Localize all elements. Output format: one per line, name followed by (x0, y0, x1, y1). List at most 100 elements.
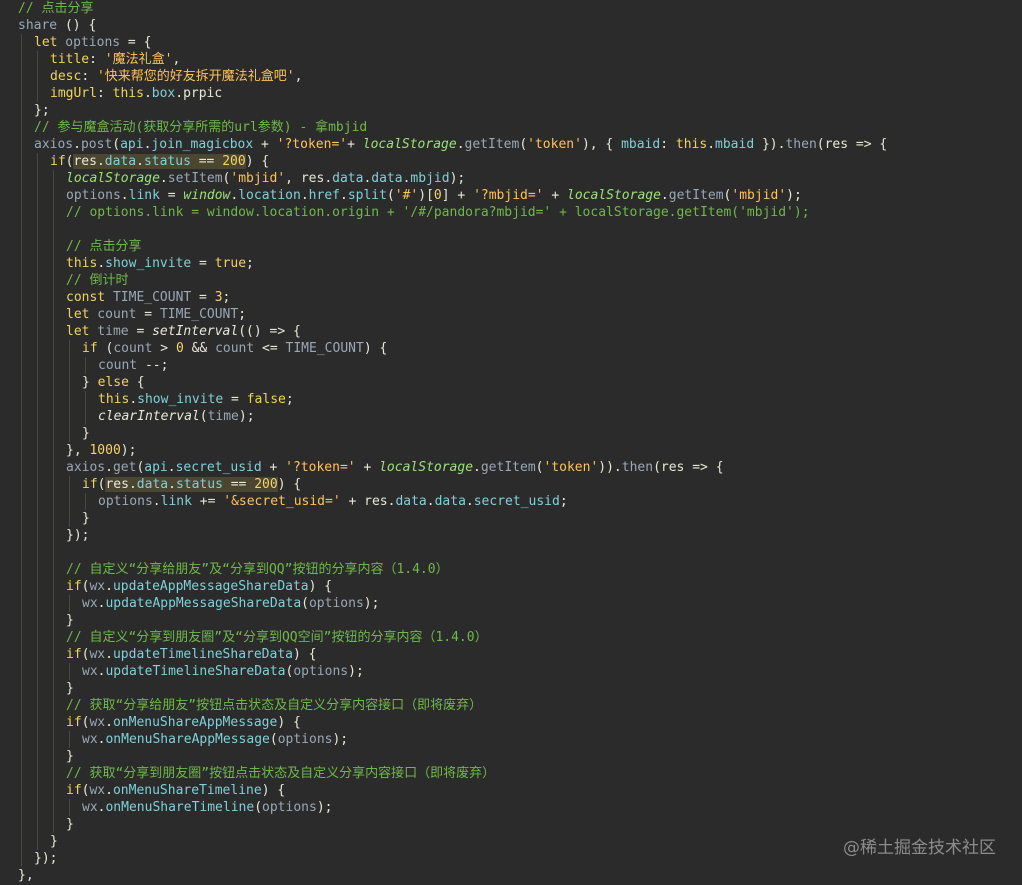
code-token: ); (316, 800, 333, 815)
code-token: ) { (308, 579, 333, 594)
code-line[interactable]: let options = { (34, 34, 151, 51)
code-token: }). (754, 137, 786, 152)
code-token: . (143, 86, 152, 101)
code-token: : (660, 137, 676, 152)
indent-guide (53, 170, 54, 833)
code-token: get (112, 460, 137, 475)
code-line[interactable]: }); (66, 527, 89, 544)
code-token: show_invite (137, 392, 224, 407)
code-line[interactable]: this.show_invite = false; (98, 391, 294, 408)
code-line[interactable]: } (66, 816, 74, 833)
code-line[interactable]: if(res.data.status == 200) { (50, 153, 269, 170)
code-token: data (104, 154, 137, 169)
code-line[interactable]: if(wx.updateTimelineShareData) { (66, 646, 316, 663)
code-token: let (66, 307, 90, 322)
code-token: '快来帮您的好友拆开魔法礼盒吧' (96, 69, 295, 84)
code-line[interactable]: this.show_invite = true; (66, 255, 254, 272)
code-token: ); (120, 443, 137, 458)
code-line[interactable]: if(wx.updateAppMessageShareData) { (66, 578, 332, 595)
code-line[interactable]: let count = TIME_COUNT; (66, 306, 246, 323)
code-line[interactable]: // options.link = window.location.origin… (66, 204, 810, 221)
code-token: updateTimelineShareData (105, 664, 286, 679)
code-token: then (621, 460, 654, 475)
code-token: ( (386, 188, 395, 203)
code-token: if (82, 477, 98, 492)
code-line[interactable]: localStorage.setItem('mbjid', res.data.d… (66, 170, 465, 187)
code-line[interactable]: if(wx.onMenuShareAppMessage) { (66, 714, 301, 731)
code-token: let (34, 35, 58, 50)
code-token: getItem (480, 460, 536, 475)
code-token: share (18, 18, 58, 33)
code-token: secret_usid (175, 460, 262, 475)
code-line[interactable]: if (count > 0 && count <= TIME_COUNT) { (82, 340, 387, 357)
code-line[interactable]: title: '魔法礼盒', (50, 51, 180, 68)
code-editor[interactable]: // 点击分享 share () {let options = {title: '… (0, 0, 1022, 885)
code-line[interactable]: } (66, 748, 74, 765)
code-token: onMenuShareAppMessage (112, 715, 278, 730)
code-token: } (82, 375, 98, 390)
code-line[interactable]: imgUrl: this.box.prpic (50, 85, 222, 102)
code-token: ( (269, 732, 278, 747)
code-line[interactable]: } else { (82, 374, 145, 391)
code-line[interactable]: wx.onMenuShareAppMessage(options); (82, 731, 348, 748)
code-line[interactable]: // 点击分享 (18, 0, 93, 17)
code-token: ( (112, 137, 121, 152)
code-token: + (340, 494, 365, 509)
code-line[interactable]: // 获取“分享给朋友”按钮点击状态及自定义分享内容接口（即将废弃） (66, 697, 482, 714)
code-line[interactable]: wx.onMenuShareTimeline(options); (82, 799, 332, 816)
code-token: this (675, 137, 708, 152)
code-line[interactable]: count --; (98, 357, 168, 374)
code-token: == (222, 477, 255, 492)
code-line[interactable]: }, (18, 867, 34, 884)
code-line[interactable]: desc: '快来帮您的好友拆开魔法礼盒吧', (50, 68, 302, 85)
watermark-label: @稀土掘金技术社区 (843, 838, 996, 858)
code-line[interactable]: } (50, 833, 58, 850)
code-token: count (98, 358, 138, 373)
code-line[interactable]: share () { (18, 17, 96, 34)
code-token: } (50, 834, 58, 849)
code-line[interactable]: } (82, 425, 90, 442)
code-line[interactable]: }); (34, 850, 57, 867)
code-line[interactable]: // 倒计时 (66, 272, 128, 289)
code-token: api (120, 137, 144, 152)
code-line[interactable]: }; (34, 102, 50, 119)
code-line[interactable]: let time = setInterval(() => { (66, 323, 301, 340)
code-token: 200 (254, 477, 278, 492)
code-token: <= (254, 341, 286, 356)
indent-guide (69, 595, 70, 612)
code-token: // 参与魔盒活动(获取分享所需的url参数) - 拿mbjid (34, 120, 368, 135)
code-line[interactable]: const TIME_COUNT = 3; (66, 289, 230, 306)
code-token: : (81, 69, 97, 84)
code-line[interactable]: wx.updateTimelineShareData(options); (82, 663, 364, 680)
code-token: }, (18, 868, 34, 883)
code-line[interactable]: clearInterval(time); (98, 408, 255, 425)
code-line[interactable]: } (66, 680, 74, 697)
code-line[interactable]: if(wx.onMenuShareTimeline) { (66, 782, 285, 799)
code-line[interactable]: } (82, 510, 90, 527)
code-token: options (57, 35, 121, 50)
code-token: clearInterval (98, 409, 200, 424)
code-token: options (98, 494, 153, 509)
code-line[interactable]: // 自定义“分享给朋友”及“分享到QQ”按钮的分享内容（1.4.0） (66, 561, 449, 578)
code-token: '?mbjid=' (473, 188, 544, 203)
code-token: . (105, 579, 113, 594)
code-line[interactable]: // 参与魔盒活动(获取分享所需的url参数) - 拿mbjid (34, 119, 367, 136)
code-line[interactable]: } (66, 612, 74, 629)
code-line[interactable]: // 获取“分享到朋友圈”按钮点击状态及自定义分享内容接口（即将废弃） (66, 765, 495, 782)
code-line[interactable]: axios.get(api.secret_usid + '?token=' + … (66, 459, 724, 476)
code-token: . (105, 460, 113, 475)
code-line[interactable]: options.link += '&secret_usid=' + res.da… (98, 493, 568, 510)
code-token: . (660, 188, 669, 203)
code-token: if (66, 647, 82, 662)
code-line[interactable]: // 点击分享 (66, 238, 141, 255)
code-line[interactable]: }, 1000); (66, 442, 136, 459)
code-token: = (128, 324, 153, 339)
code-token: . (152, 494, 161, 509)
code-token: . (456, 137, 465, 152)
code-line[interactable]: options.link = window.location.href.spli… (66, 187, 802, 204)
code-line[interactable]: axios.post(api.join_magicbox + '?token='… (34, 136, 887, 153)
code-line[interactable]: // 自定义“分享到朋友圈”及“分享到QQ空间”按钮的分享内容（1.4.0） (66, 629, 488, 646)
code-token: ); (363, 596, 380, 611)
code-line[interactable]: if(res.data.status == 200) { (82, 476, 301, 493)
code-line[interactable]: wx.updateAppMessageShareData(options); (82, 595, 379, 612)
